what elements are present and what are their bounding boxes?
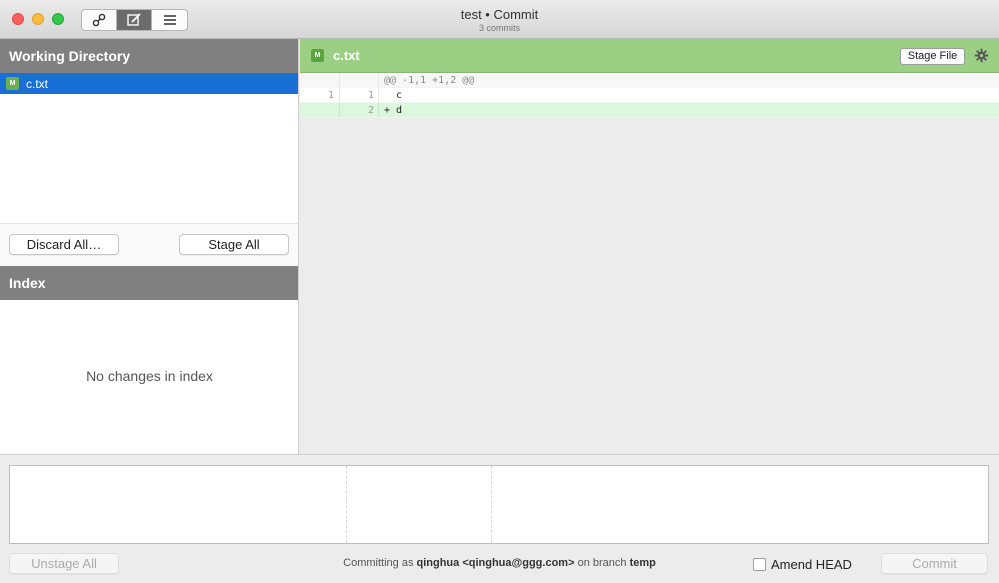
old-line-number [300,103,340,117]
diff-header: M c.txt Stage File [300,39,999,73]
new-line-number: 2 [340,103,379,117]
index-list: No changes in index [0,300,298,454]
working-directory-list: M c.txt [0,73,298,223]
diff-line-text: @@ -1,1 +1,2 @@ [384,74,475,86]
branch-prefix: on branch [577,557,627,569]
diff-added-line: 2 + d [300,103,999,118]
new-line-number [340,73,379,87]
amend-label: Amend HEAD [771,557,852,572]
diff-lines: @@ -1,1 +1,2 @@ 1 1 c 2 + d [300,73,999,118]
diff-line-text: + d [384,104,403,116]
old-line-number: 1 [300,88,340,102]
modified-badge: M [6,77,19,90]
empty-index-message: No changes in index [86,368,213,384]
window-subtitle: 3 commits [478,23,520,33]
commit-message-field[interactable] [9,465,989,544]
diff-context-line: 1 1 c [300,88,999,103]
commit-button[interactable]: Commit [881,553,988,574]
amend-head-toggle[interactable]: Amend HEAD [753,557,852,572]
author-identity: qinghua <qinghua@ggg.com> [416,557,575,569]
amend-checkbox[interactable] [753,558,766,571]
new-line-number: 1 [340,88,379,102]
diff-pane: M c.txt Stage File @@ -1,1 +1,2 @@ 1 1 c… [300,39,999,454]
stage-all-button[interactable]: Stage All [179,234,289,255]
working-directory-header: Working Directory [0,39,298,73]
working-directory-actions: Discard All… Stage All [0,223,298,266]
stage-file-button[interactable]: Stage File [900,48,965,65]
message-guide-line [346,466,347,543]
committing-prefix: Committing as [343,557,414,569]
discard-all-button[interactable]: Discard All… [9,234,119,255]
gitx-window: test • Commit 3 commits Working Director… [0,0,999,583]
working-file-row[interactable]: M c.txt [0,73,298,94]
diff-modified-badge: M [311,49,324,62]
window-title: test • Commit [460,7,539,22]
diff-hunk-header: @@ -1,1 +1,2 @@ [300,73,999,88]
index-header: Index [0,266,298,300]
commit-area: Unstage All Committing as qinghua <qingh… [0,454,999,583]
title-bar: test • Commit 3 commits [0,0,999,39]
message-guide-line [491,466,492,543]
gear-icon[interactable] [974,48,989,63]
left-pane: Working Directory M c.txt Discard All… S… [0,39,299,454]
branch-name: temp [629,557,656,569]
file-name: c.txt [26,76,49,91]
diff-filename: c.txt [333,48,360,63]
old-line-number [300,73,340,87]
diff-line-text: c [384,89,403,101]
